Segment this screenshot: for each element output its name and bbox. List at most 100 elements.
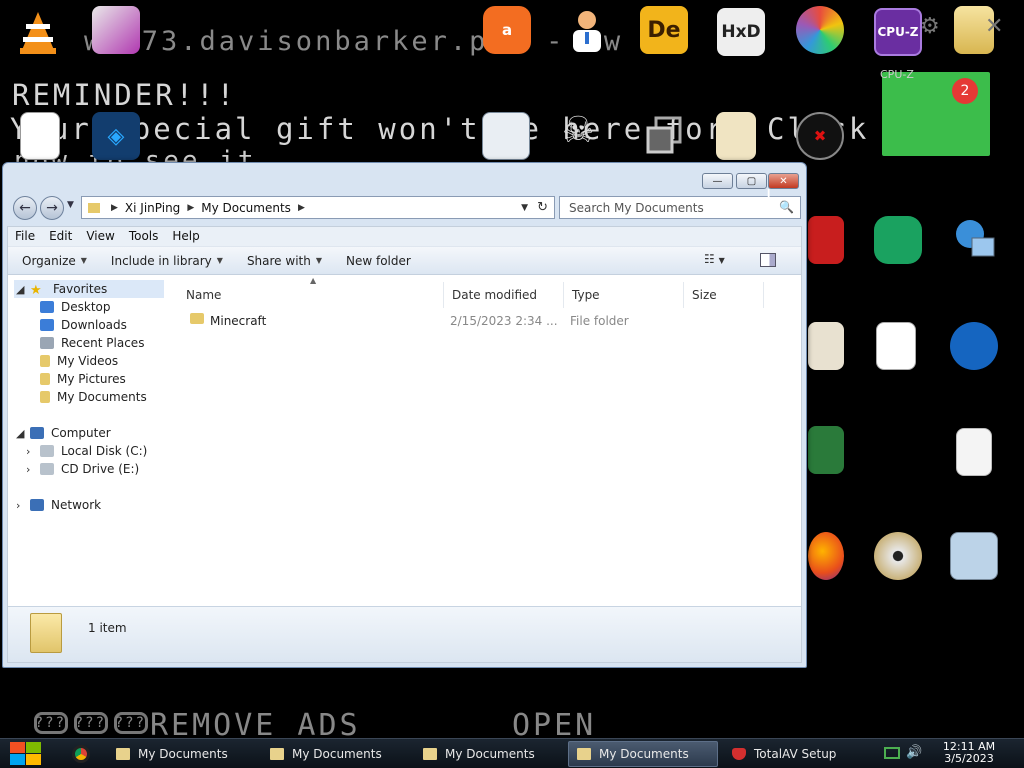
- taskbar-button-documents-3[interactable]: My Documents: [415, 741, 561, 767]
- nav-computer[interactable]: ◢ Computer: [16, 424, 111, 442]
- nav-favorites[interactable]: ◢ ★ Favorites: [14, 280, 164, 298]
- folder-icon: [116, 748, 130, 760]
- nav-local-disk[interactable]: › Local Disk (C:): [26, 442, 147, 460]
- pictures-icon: [40, 373, 50, 385]
- column-type[interactable]: Type: [564, 282, 684, 308]
- chevron-down-icon: ▼: [216, 256, 223, 265]
- web-window-icon[interactable]: [482, 112, 530, 160]
- organize-button[interactable]: Organize ▼: [8, 254, 97, 268]
- google-chat-icon[interactable]: [874, 216, 922, 264]
- details-pane: 1 item: [8, 606, 801, 662]
- breadcrumb-chevron-icon: ▶: [111, 202, 118, 213]
- command-bar: Organize ▼ Include in library ▼ Share with…: [8, 247, 801, 275]
- title-bar[interactable]: — ▢ ✕: [3, 163, 806, 195]
- chevron-down-icon: ▼: [80, 256, 87, 265]
- preview-pane-icon[interactable]: [760, 253, 776, 267]
- nav-cd-drive[interactable]: › CD Drive (E:): [26, 460, 139, 478]
- expanded-arrow-icon[interactable]: ◢: [16, 427, 24, 440]
- start-button[interactable]: [8, 741, 42, 767]
- file-type: File folder: [570, 314, 629, 328]
- forward-button[interactable]: →: [40, 196, 64, 220]
- include-in-library-button[interactable]: Include in library ▼: [97, 254, 233, 268]
- nav-recent-places[interactable]: Recent Places: [40, 334, 144, 352]
- vlc-icon[interactable]: [14, 8, 62, 56]
- column-date-modified[interactable]: Date modified: [444, 282, 564, 308]
- network-scan-icon[interactable]: [950, 532, 998, 580]
- user-doctor-icon[interactable]: [563, 6, 611, 54]
- share-with-button[interactable]: Share with ▼: [233, 254, 332, 268]
- search-icon[interactable]: 🔍: [779, 200, 794, 214]
- red-circle-icon[interactable]: ✖: [796, 112, 844, 160]
- file-list: ▲ Name Date modified Type Size Minecraft…: [174, 276, 801, 606]
- skull-icon[interactable]: ☠: [562, 110, 610, 158]
- taskbar-button-totalav[interactable]: TotalAV Setup: [724, 741, 870, 767]
- screen-app-icon[interactable]: [92, 6, 140, 54]
- nav-downloads[interactable]: Downloads: [40, 316, 127, 334]
- change-view-icon[interactable]: ☷ ▼: [704, 252, 725, 266]
- search-input[interactable]: Search My Documents 🔍: [559, 196, 801, 219]
- nav-my-documents[interactable]: My Documents: [40, 388, 147, 406]
- nav-desktop[interactable]: Desktop: [40, 298, 111, 316]
- whatsapp-label: CPU-Z: [880, 68, 914, 81]
- breadcrumb-documents[interactable]: My Documents: [201, 201, 291, 215]
- explorer-window: — ▢ ✕ ← → ▼ ▶ Xi JinPing ▶ My Documents …: [2, 162, 807, 668]
- column-name[interactable]: Name: [178, 282, 444, 308]
- santa-icon[interactable]: [808, 426, 844, 474]
- system-clock[interactable]: 12:11 AM 3/5/2023: [934, 741, 1004, 765]
- collapsed-arrow-icon[interactable]: ›: [26, 463, 30, 476]
- minimize-button[interactable]: —: [702, 173, 733, 189]
- menu-view[interactable]: View: [79, 227, 121, 246]
- photos-pinwheel-icon[interactable]: [796, 6, 844, 54]
- blank-file-icon[interactable]: [956, 428, 992, 476]
- menu-file[interactable]: File: [8, 227, 42, 246]
- back-button[interactable]: ←: [13, 196, 37, 220]
- cpuz-icon[interactable]: CPU-Z: [874, 8, 922, 56]
- book-folder-icon[interactable]: [716, 112, 756, 160]
- close-button[interactable]: ✕: [768, 173, 799, 189]
- expanded-arrow-icon[interactable]: ◢: [16, 283, 24, 296]
- new-folder-button[interactable]: New folder: [332, 254, 421, 268]
- troll-face-icon[interactable]: [808, 322, 844, 370]
- nav-my-pictures[interactable]: My Pictures: [40, 370, 126, 388]
- address-dropdown-icon[interactable]: ▼: [521, 203, 528, 213]
- hxd-icon[interactable]: HxD: [717, 8, 765, 56]
- firefox-icon[interactable]: [808, 532, 844, 580]
- moon-app-icon[interactable]: [950, 322, 998, 370]
- network-tray-icon[interactable]: [884, 747, 900, 759]
- collapsed-arrow-icon[interactable]: ›: [16, 499, 20, 512]
- recent-pages-dropdown[interactable]: ▼: [67, 200, 74, 210]
- item-count: 1 item: [88, 621, 127, 635]
- maximize-button[interactable]: ▢: [736, 173, 767, 189]
- red-skull-icon[interactable]: [808, 216, 844, 264]
- collapsed-arrow-icon[interactable]: ›: [26, 445, 30, 458]
- breadcrumb-chevron-icon: ▶: [187, 202, 195, 213]
- address-bar[interactable]: ▶ Xi JinPing ▶ My Documents ▶ ▼ ↻: [81, 196, 555, 219]
- disc-icon[interactable]: [874, 532, 922, 580]
- taskbar-button-documents-2[interactable]: My Documents: [262, 741, 408, 767]
- globe-computer-icon[interactable]: [950, 216, 998, 264]
- menu-tools[interactable]: Tools: [122, 227, 166, 246]
- nav-my-videos[interactable]: My Videos: [40, 352, 118, 370]
- whatsapp-icon[interactable]: 2: [882, 72, 990, 156]
- volume-icon[interactable]: 🔊: [906, 745, 922, 760]
- folder-icon: [270, 748, 284, 760]
- text-file-icon[interactable]: [876, 322, 916, 370]
- folder-icon: [88, 202, 100, 213]
- refresh-icon[interactable]: ↻: [537, 200, 548, 215]
- nav-network[interactable]: › Network: [16, 496, 101, 514]
- chrome-icon[interactable]: [72, 745, 90, 763]
- blue-cube-icon[interactable]: ◈: [92, 112, 140, 160]
- file-date: 2/15/2023 2:34 ...: [450, 314, 558, 328]
- clock-date: 3/5/2023: [944, 752, 994, 765]
- column-size[interactable]: Size: [684, 282, 764, 308]
- file-row[interactable]: Minecraft 2/15/2023 2:34 ... File folder: [174, 311, 774, 331]
- document-window-icon[interactable]: [20, 112, 60, 160]
- taskbar-button-documents-1[interactable]: My Documents: [108, 741, 254, 767]
- avast-icon[interactable]: a: [483, 6, 531, 54]
- menu-help[interactable]: Help: [165, 227, 206, 246]
- de-app-icon[interactable]: De: [640, 6, 688, 54]
- taskbar-button-documents-active[interactable]: My Documents: [568, 741, 718, 767]
- copy-windows-icon[interactable]: [640, 112, 688, 160]
- breadcrumb-user[interactable]: Xi JinPing: [125, 201, 180, 215]
- menu-edit[interactable]: Edit: [42, 227, 79, 246]
